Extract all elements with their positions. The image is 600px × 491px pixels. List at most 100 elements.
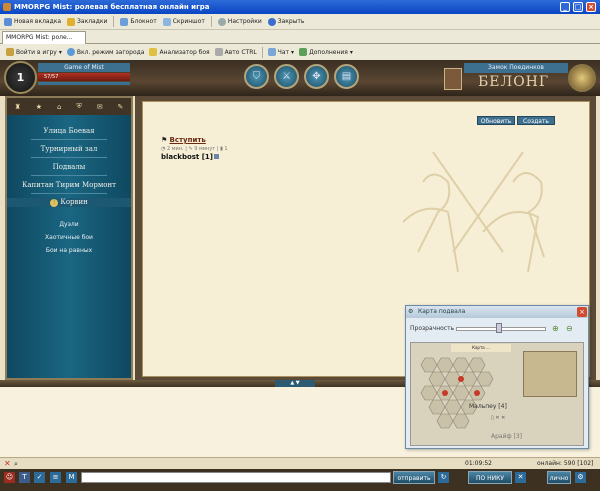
sidebar-item-street[interactable]: Улица Боевая: [7, 127, 131, 135]
player-name[interactable]: blackbost [1]: [161, 153, 361, 161]
send-button[interactable]: отправить: [393, 471, 435, 484]
create-button[interactable]: Создать: [517, 116, 555, 125]
world-orb-button[interactable]: [568, 64, 596, 92]
settings-button[interactable]: Настройки: [217, 17, 262, 26]
close-icon[interactable]: ✕: [4, 460, 11, 468]
star-icon[interactable]: ★: [36, 103, 42, 111]
sidebar-item-corwin[interactable]: ! Корвин: [7, 198, 131, 207]
join-link[interactable]: Вступить: [170, 136, 206, 144]
status-row: ✕ ⌕ 01:09:52 онлайн: 590 [102]: [0, 457, 600, 469]
map-player-1[interactable]: Мальпеу [4]: [469, 403, 507, 410]
puzzle-icon: [299, 48, 308, 56]
chat-input[interactable]: [81, 472, 391, 483]
refresh-button[interactable]: Обновить: [477, 116, 515, 125]
main-toolbar: Новая вкладка Закладки Блокнот Скриншот …: [0, 14, 600, 30]
sidebar-item-tournament[interactable]: Турнирный зал: [7, 145, 131, 153]
scroll-arrows-icon[interactable]: ▲ ▼: [275, 380, 315, 387]
mana-bar: [38, 82, 130, 85]
auto-ctrl-button[interactable]: Авто CTRL: [214, 48, 257, 56]
chevron-down-icon: ▾: [291, 48, 295, 56]
private-button[interactable]: лично: [547, 471, 571, 484]
chevron-down-icon: ▾: [58, 48, 62, 56]
emote-icon[interactable]: ☺: [4, 472, 15, 483]
filter-icon[interactable]: ≡: [50, 472, 61, 483]
character-button[interactable]: ⛉: [244, 64, 269, 89]
avatar[interactable]: [444, 68, 462, 90]
divider: [31, 193, 107, 194]
hp-value: 57/57: [38, 73, 130, 81]
map-button[interactable]: ✥: [304, 64, 329, 89]
battle-entry: ⚑ Вступить ◔ 2 мин. | ✎ 9 минут | ▮ 1 bl…: [161, 136, 361, 176]
home-icon: [6, 48, 14, 56]
helmet-icon: ⛉: [252, 71, 261, 82]
sidebar-item-captain[interactable]: Капитан Тирим Мормонт: [7, 181, 131, 189]
keyboard-icon: [214, 48, 223, 56]
tab-game[interactable]: MMORPG Mist: роле...: [2, 31, 86, 44]
divider: [31, 139, 107, 140]
settings-icon[interactable]: ⚙: [575, 472, 586, 483]
zoom-out-icon[interactable]: ⊖: [566, 324, 573, 333]
boot-icon[interactable]: ⌂: [57, 103, 61, 111]
minimap[interactable]: [523, 351, 577, 397]
hex-grid[interactable]: [415, 353, 525, 443]
close-button[interactable]: ×: [586, 2, 596, 12]
minimize-button[interactable]: _: [560, 2, 570, 12]
map-close-button[interactable]: ×: [577, 307, 587, 317]
new-tab-button[interactable]: Новая вкладка: [4, 17, 61, 26]
divider: [261, 46, 263, 58]
scroll-icon[interactable]: ✎: [118, 103, 124, 111]
gear-icon: [217, 17, 226, 26]
battle-button[interactable]: ⚔: [274, 64, 299, 89]
gear-icon: ⚙: [408, 308, 414, 315]
mode-button[interactable]: ПО НИКУ: [468, 471, 512, 484]
slider-thumb[interactable]: [496, 323, 502, 333]
notepad-button[interactable]: Блокнот: [120, 17, 157, 26]
search-icon[interactable]: ⌕: [14, 460, 18, 469]
divider: [31, 157, 107, 158]
tab-strip: [0, 30, 600, 44]
map-title[interactable]: ⚙ Карта подвала: [406, 306, 588, 318]
refresh-icon[interactable]: ↻: [438, 472, 449, 483]
notepad-icon: [120, 17, 129, 26]
submenu-equal[interactable]: Бои на равных: [7, 247, 131, 254]
enter-game-button[interactable]: Войти в игру ▾: [6, 48, 62, 56]
alert-icon: !: [50, 199, 59, 207]
chat-icon: [267, 48, 276, 56]
map-player-2[interactable]: Арайф [3]: [491, 433, 522, 440]
battle-meta: ◔ 2 мин. | ✎ 9 минут | ▮ 1: [161, 146, 228, 152]
check-icon[interactable]: ✓: [34, 472, 45, 483]
outside-mode-button[interactable]: Вкл. режим загорода: [66, 48, 144, 56]
maximize-button[interactable]: □: [573, 2, 583, 12]
screenshot-button[interactable]: Скриншот: [162, 17, 205, 26]
app-icon: [3, 3, 11, 11]
addons-button[interactable]: Дополнения ▾: [299, 48, 353, 56]
translit-icon[interactable]: T: [19, 472, 30, 483]
chevron-down-icon: ▾: [349, 48, 353, 56]
chat-icon[interactable]: ✉: [97, 103, 103, 111]
hp-bar: 57/57: [38, 73, 130, 81]
sidebar-icon-bar: ♜ ★ ⌂ ⛨ ✉ ✎: [7, 98, 131, 115]
character-name[interactable]: Game of Mist: [38, 63, 130, 72]
chat-button[interactable]: Чат ▾: [267, 48, 295, 56]
swords-icon: ⚔: [282, 71, 291, 82]
close-app-button[interactable]: Закрыть: [267, 17, 304, 26]
submenu-duels[interactable]: Дуэли: [7, 221, 131, 228]
mail-icon[interactable]: M: [66, 472, 77, 483]
divider: [31, 175, 107, 176]
sidebar-item-cellars[interactable]: Подвалы: [7, 163, 131, 171]
submenu-chaotic[interactable]: Хаотичные бои: [7, 234, 131, 241]
info-icon: [213, 154, 219, 159]
zoom-in-icon[interactable]: ⊕: [552, 324, 559, 333]
window-title: MMORPG Mist: ролевая бесплатная онлайн и…: [14, 3, 210, 11]
map-canvas[interactable]: Карта ... Мальпеу [4] ▯ ✕ ✕ Арайф [3]: [410, 342, 584, 446]
battle-analyzer-button[interactable]: Анализатор боя: [149, 48, 210, 56]
camera-icon: [162, 17, 171, 26]
game-header: 1 Game of Mist 57/57 ⛉ ⚔ ✥ ▤ Замок Поеди…: [0, 60, 600, 96]
bookmarks-button[interactable]: Закладки: [67, 17, 107, 26]
cellar-map-window: ⚙ Карта подвала × Прозрачность ⊕ ⊖ Карта…: [405, 305, 589, 449]
globe-icon: [66, 48, 75, 56]
castle-icon[interactable]: ♜: [14, 103, 20, 111]
shield-icon[interactable]: ⛨: [76, 102, 81, 111]
book-button[interactable]: ▤: [334, 64, 359, 89]
clear-icon[interactable]: ✕: [515, 472, 526, 483]
